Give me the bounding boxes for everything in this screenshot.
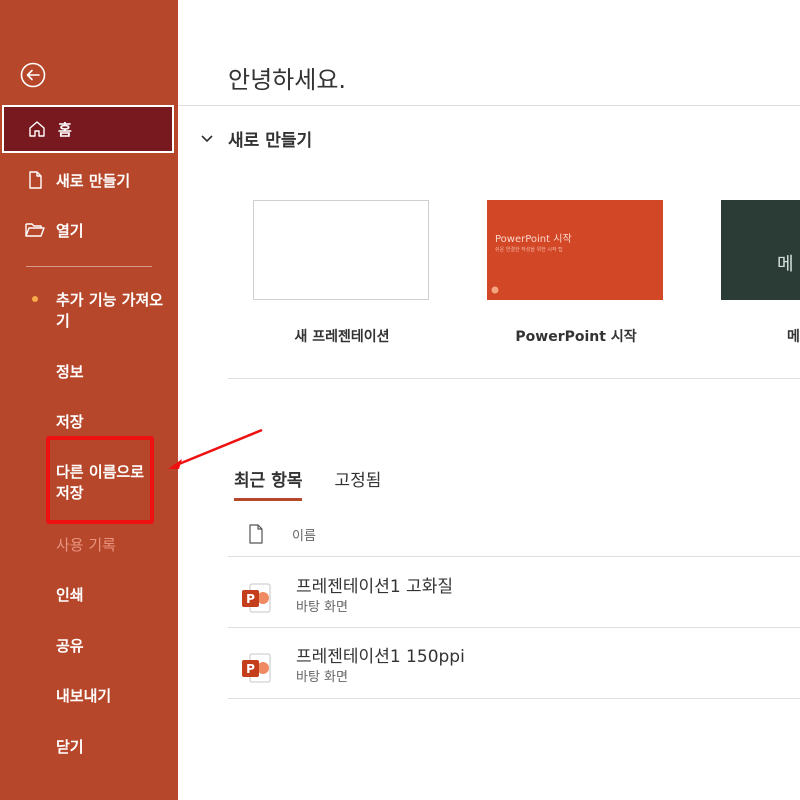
list-header-divider bbox=[228, 556, 800, 557]
file-name: 프레젠테이션1 150ppi bbox=[296, 647, 465, 667]
file-name: 프레젠테이션1 고화질 bbox=[296, 577, 453, 597]
template-caption: 메 bbox=[787, 329, 800, 345]
row-divider bbox=[228, 627, 800, 628]
nav-share[interactable]: 공유 bbox=[56, 636, 166, 657]
chevron-down-icon bbox=[201, 134, 213, 142]
folder-open-icon bbox=[24, 219, 46, 241]
back-arrow-icon[interactable] bbox=[20, 62, 46, 88]
nav-close[interactable]: 닫기 bbox=[56, 737, 166, 758]
list-header: 이름 bbox=[248, 524, 316, 544]
sidebar-divider bbox=[26, 266, 152, 267]
column-name-header[interactable]: 이름 bbox=[292, 525, 316, 544]
tab-recent[interactable]: 최근 항목 bbox=[234, 466, 303, 501]
new-section-title: 새로 만들기 bbox=[228, 131, 313, 151]
nav-print[interactable]: 인쇄 bbox=[56, 585, 166, 606]
template-caption: 새 프레젠테이션 bbox=[294, 329, 390, 345]
nav-new-label: 새로 만들기 bbox=[56, 171, 131, 190]
annotation-highlight-box bbox=[46, 436, 154, 524]
header-divider bbox=[178, 105, 800, 106]
recent-file-row[interactable]: P 프레젠테이션1 150ppi 바탕 화면 bbox=[234, 640, 800, 696]
thumbnail-title: PowerPoint 시작 bbox=[495, 234, 572, 245]
powerpoint-logo-icon bbox=[491, 286, 499, 294]
nav-save[interactable]: 저장 bbox=[56, 412, 166, 433]
nav-open[interactable]: 열기 bbox=[2, 206, 174, 254]
thumbnail-subtitle: 쉬운 연결한 작성을 위한 시작 팁 bbox=[495, 247, 563, 253]
nav-home-label: 홈 bbox=[58, 120, 72, 139]
thumbnail-title: 메 bbox=[777, 254, 794, 275]
template-caption: PowerPoint 시작 bbox=[515, 329, 637, 345]
powerpoint-file-icon: P bbox=[242, 583, 271, 613]
nav-home[interactable]: 홈 bbox=[2, 105, 174, 153]
greeting: 안녕하세요. bbox=[228, 66, 347, 94]
file-icon bbox=[249, 524, 263, 544]
svg-text:P: P bbox=[246, 662, 255, 676]
template-dark[interactable]: 메 메 bbox=[721, 200, 800, 346]
nav-export[interactable]: 내보내기 bbox=[56, 686, 166, 707]
nav-open-label: 열기 bbox=[56, 221, 84, 240]
template-thumbnail: 메 bbox=[721, 200, 800, 300]
nav-get-addins[interactable]: 추가 기능 가져오기 bbox=[56, 290, 166, 332]
recent-file-row[interactable]: P 프레젠테이션1 고화질 바탕 화면 bbox=[234, 570, 800, 626]
templates-divider bbox=[228, 378, 800, 379]
file-tabs: 최근 항목 고정됨 bbox=[234, 466, 413, 501]
nav-new[interactable]: 새로 만들기 bbox=[2, 156, 174, 204]
nav-history: 사용 기록 bbox=[56, 536, 116, 554]
new-file-icon bbox=[24, 169, 46, 191]
main-content: 안녕하세요. 새로 만들기 새 프레젠테이션 PowerPoint 시작 쉬운 … bbox=[178, 0, 800, 800]
home-icon bbox=[26, 118, 48, 140]
tab-pinned[interactable]: 고정됨 bbox=[334, 466, 381, 501]
template-blank[interactable]: 새 프레젠테이션 bbox=[253, 200, 431, 346]
row-divider bbox=[228, 698, 800, 699]
template-thumbnail bbox=[253, 200, 429, 300]
template-thumbnail: PowerPoint 시작 쉬운 연결한 작성을 위한 시작 팁 bbox=[487, 200, 663, 300]
svg-text:P: P bbox=[246, 592, 255, 606]
new-section-toggle[interactable]: 새로 만들기 bbox=[200, 126, 312, 151]
file-location: 바탕 화면 bbox=[296, 600, 348, 615]
nav-info[interactable]: 정보 bbox=[56, 362, 166, 383]
template-powerpoint-start[interactable]: PowerPoint 시작 쉬운 연결한 작성을 위한 시작 팁 PowerPo… bbox=[487, 200, 665, 346]
notification-dot bbox=[32, 296, 38, 302]
powerpoint-file-icon: P bbox=[242, 653, 271, 683]
file-location: 바탕 화면 bbox=[296, 670, 348, 685]
backstage-sidebar: 홈 새로 만들기 열기 추가 기능 가져오기 정보 저장 다른 이름으로 저장 … bbox=[0, 0, 178, 800]
